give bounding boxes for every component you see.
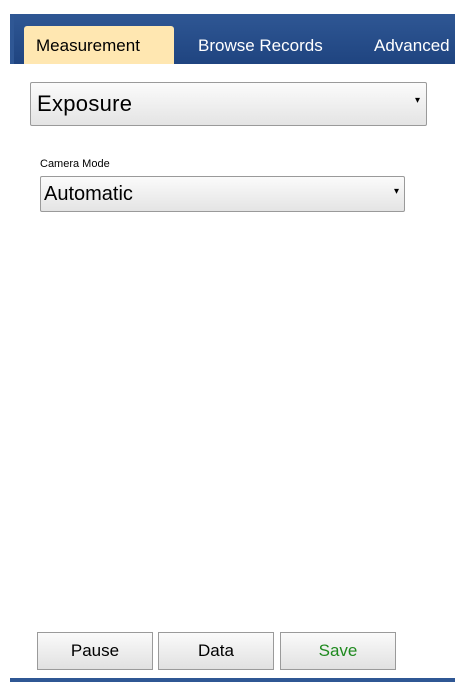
tab-measurement[interactable]: Measurement: [24, 26, 174, 64]
chevron-down-icon: ▾: [393, 186, 399, 197]
tab-browse-records[interactable]: Browse Records: [198, 26, 323, 64]
chevron-down-icon: ▾: [414, 95, 420, 106]
measurement-panel: [10, 64, 455, 684]
data-button[interactable]: Data: [158, 632, 274, 670]
app-window: Measurement Browse Records Advanced Expo…: [0, 0, 455, 684]
measurement-type-value: Exposure: [37, 91, 133, 116]
measurement-type-select[interactable]: Exposure ▾: [30, 82, 427, 126]
camera-mode-value: Automatic: [44, 183, 133, 205]
camera-mode-select[interactable]: Automatic ▾: [40, 176, 405, 212]
camera-mode-label: Camera Mode: [40, 158, 110, 170]
top-margin: [0, 0, 455, 14]
save-button[interactable]: Save: [280, 632, 396, 670]
panel-bottom-border: [10, 678, 455, 682]
tab-bar: Measurement Browse Records Advanced: [10, 14, 455, 64]
tab-advanced[interactable]: Advanced: [374, 26, 455, 64]
pause-button[interactable]: Pause: [37, 632, 153, 670]
